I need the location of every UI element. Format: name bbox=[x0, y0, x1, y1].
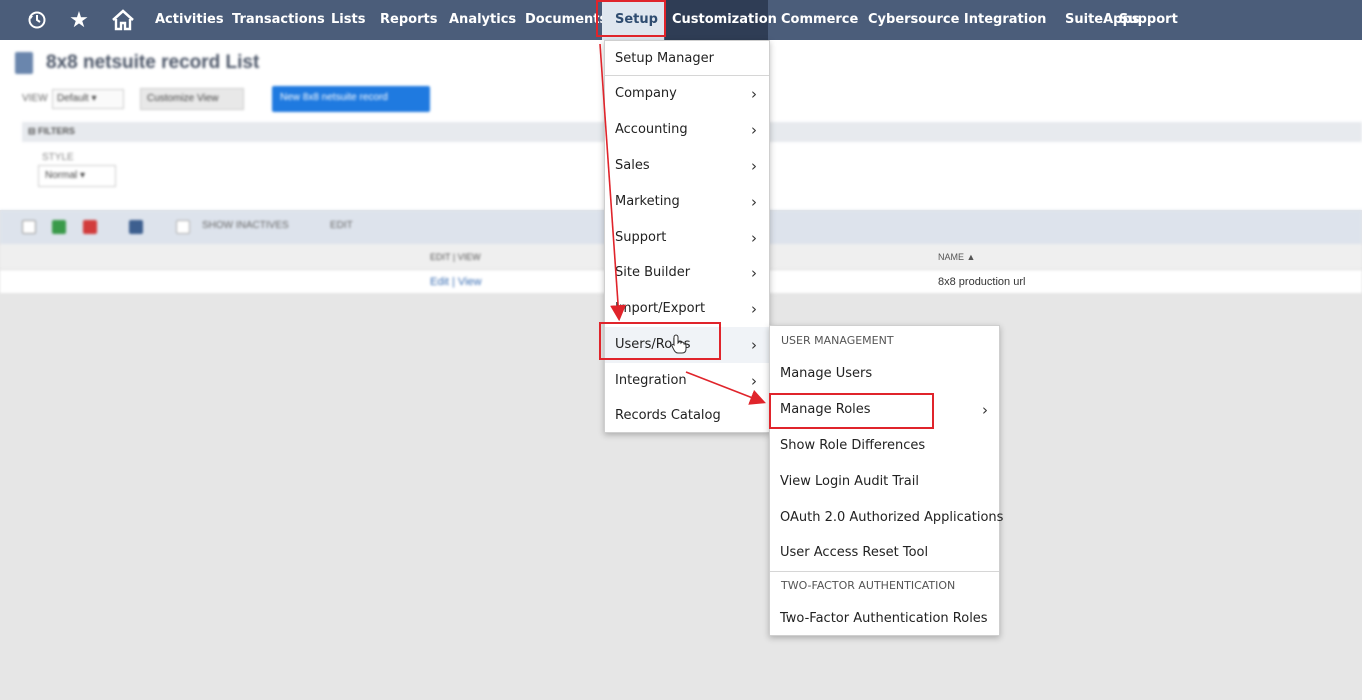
nav-reports[interactable]: Reports bbox=[373, 0, 444, 40]
users-roles-submenu: USER MANAGEMENT Manage Users Manage Role… bbox=[769, 325, 1003, 637]
show-inactives-label: SHOW INACTIVES bbox=[202, 220, 289, 231]
menu-item-label: Manage Roles bbox=[780, 402, 871, 417]
view-value: Default bbox=[57, 93, 89, 104]
print-icon[interactable] bbox=[129, 220, 143, 234]
home-icon[interactable] bbox=[111, 8, 135, 32]
chevron-right-icon: › bbox=[751, 85, 757, 103]
recent-history-icon[interactable] bbox=[25, 8, 49, 32]
chevron-right-icon: › bbox=[751, 300, 757, 318]
nav-customization[interactable]: Customization bbox=[665, 0, 777, 40]
nav-activities[interactable]: Activities bbox=[148, 0, 231, 40]
menu-item-accounting[interactable]: Accounting › bbox=[605, 112, 769, 148]
column-header-name[interactable]: NAME ▲ bbox=[938, 252, 975, 262]
menu-item-label: Accounting bbox=[615, 122, 688, 137]
row-name-cell: 8x8 production url bbox=[938, 276, 1026, 288]
nav-commerce[interactable]: Commerce bbox=[774, 0, 865, 40]
menu-item-company[interactable]: Company › bbox=[605, 76, 769, 112]
menu-item-label: View Login Audit Trail bbox=[780, 474, 919, 489]
chevron-right-icon: › bbox=[751, 121, 757, 139]
section-header-two-factor: TWO-FACTOR AUTHENTICATION bbox=[781, 579, 956, 592]
page-title: 8x8 netsuite record List bbox=[46, 52, 260, 73]
edit-label: EDIT bbox=[330, 220, 353, 231]
menu-item-users-roles[interactable]: Users/Roles › bbox=[605, 327, 769, 363]
menu-item-show-role-differences[interactable]: Show Role Differences bbox=[770, 428, 999, 464]
top-navigation-bar: ★ Activities Transactions Lists Reports … bbox=[0, 0, 1362, 40]
nav-lists[interactable]: Lists bbox=[324, 0, 372, 40]
nav-analytics[interactable]: Analytics bbox=[442, 0, 523, 40]
chevron-right-icon: › bbox=[751, 229, 757, 247]
new-record-button[interactable]: New 8x8 netsuite record bbox=[272, 86, 430, 112]
nav-support[interactable]: Support bbox=[1112, 0, 1185, 40]
menu-item-label: Show Role Differences bbox=[780, 438, 926, 453]
chevron-right-icon: › bbox=[751, 264, 757, 282]
menu-item-records-catalog[interactable]: Records Catalog bbox=[605, 398, 769, 434]
hand-pointer-icon bbox=[671, 334, 687, 359]
menu-item-label: Setup Manager bbox=[615, 51, 714, 66]
menu-item-manage-users[interactable]: Manage Users bbox=[770, 356, 999, 392]
menu-item-label: Import/Export bbox=[615, 301, 706, 316]
document-icon bbox=[15, 52, 33, 74]
menu-item-user-access-reset-tool[interactable]: User Access Reset Tool bbox=[770, 535, 999, 571]
chevron-right-icon: › bbox=[751, 372, 757, 390]
filters-label: FILTERS bbox=[38, 126, 75, 136]
nav-transactions[interactable]: Transactions bbox=[225, 0, 332, 40]
menu-item-label: Two-Factor Authentication Roles bbox=[780, 611, 988, 626]
menu-item-label: Company bbox=[615, 86, 677, 101]
row-edit-view-link[interactable]: Edit | View bbox=[430, 276, 482, 288]
menu-item-label: Support bbox=[615, 230, 667, 245]
menu-item-label: Manage Users bbox=[780, 366, 873, 381]
menu-item-support[interactable]: Support › bbox=[605, 220, 769, 256]
star-icon[interactable]: ★ bbox=[67, 7, 91, 32]
menu-item-sales[interactable]: Sales › bbox=[605, 148, 769, 184]
nav-cybersource-integration[interactable]: Cybersource Integration bbox=[861, 0, 1053, 40]
chevron-right-icon: › bbox=[751, 193, 757, 211]
menu-item-label: Integration bbox=[615, 373, 687, 388]
export-excel-icon[interactable] bbox=[52, 220, 66, 234]
show-inactives-checkbox[interactable] bbox=[176, 220, 190, 234]
menu-item-site-builder[interactable]: Site Builder › bbox=[605, 255, 769, 291]
menu-item-two-factor-roles[interactable]: Two-Factor Authentication Roles bbox=[770, 601, 999, 637]
section-header-user-management: USER MANAGEMENT bbox=[781, 334, 894, 347]
menu-item-label: OAuth 2.0 Authorized Applications bbox=[780, 510, 1004, 525]
menu-item-label: Records Catalog bbox=[615, 408, 721, 423]
export-pdf-icon[interactable] bbox=[83, 220, 97, 234]
menu-item-label: Sales bbox=[615, 158, 650, 173]
menu-item-label: Site Builder bbox=[615, 265, 691, 280]
chevron-right-icon: › bbox=[982, 401, 988, 419]
menu-item-manage-roles[interactable]: Manage Roles › bbox=[770, 392, 999, 428]
filter-select[interactable]: Normal ▾ bbox=[38, 165, 116, 187]
chevron-right-icon: › bbox=[751, 157, 757, 175]
menu-item-oauth-applications[interactable]: OAuth 2.0 Authorized Applications bbox=[770, 500, 1003, 536]
view-select[interactable]: Default ▾ bbox=[52, 89, 124, 109]
customize-view-button[interactable]: Customize View bbox=[140, 88, 244, 110]
menu-item-setup-manager[interactable]: Setup Manager bbox=[605, 41, 769, 77]
new-icon[interactable] bbox=[22, 220, 36, 234]
column-header-edit-view[interactable]: EDIT | VIEW bbox=[430, 252, 481, 262]
menu-item-import-export[interactable]: Import/Export › bbox=[605, 291, 769, 327]
view-label: VIEW bbox=[22, 93, 48, 104]
setup-dropdown-menu: Setup Manager Company › Accounting › Sales… bbox=[604, 40, 770, 433]
nav-documents[interactable]: Documents bbox=[518, 0, 614, 40]
menu-item-integration[interactable]: Integration › bbox=[605, 363, 769, 399]
menu-item-view-login-audit-trail[interactable]: View Login Audit Trail bbox=[770, 464, 999, 500]
menu-item-marketing[interactable]: Marketing › bbox=[605, 184, 769, 220]
menu-item-label: Marketing bbox=[615, 194, 680, 209]
menu-item-label: User Access Reset Tool bbox=[780, 545, 929, 560]
filter-value: Normal bbox=[45, 170, 78, 181]
nav-setup[interactable]: Setup bbox=[602, 0, 664, 40]
filter-field-label: STYLE bbox=[42, 152, 74, 163]
chevron-right-icon: › bbox=[751, 336, 757, 354]
